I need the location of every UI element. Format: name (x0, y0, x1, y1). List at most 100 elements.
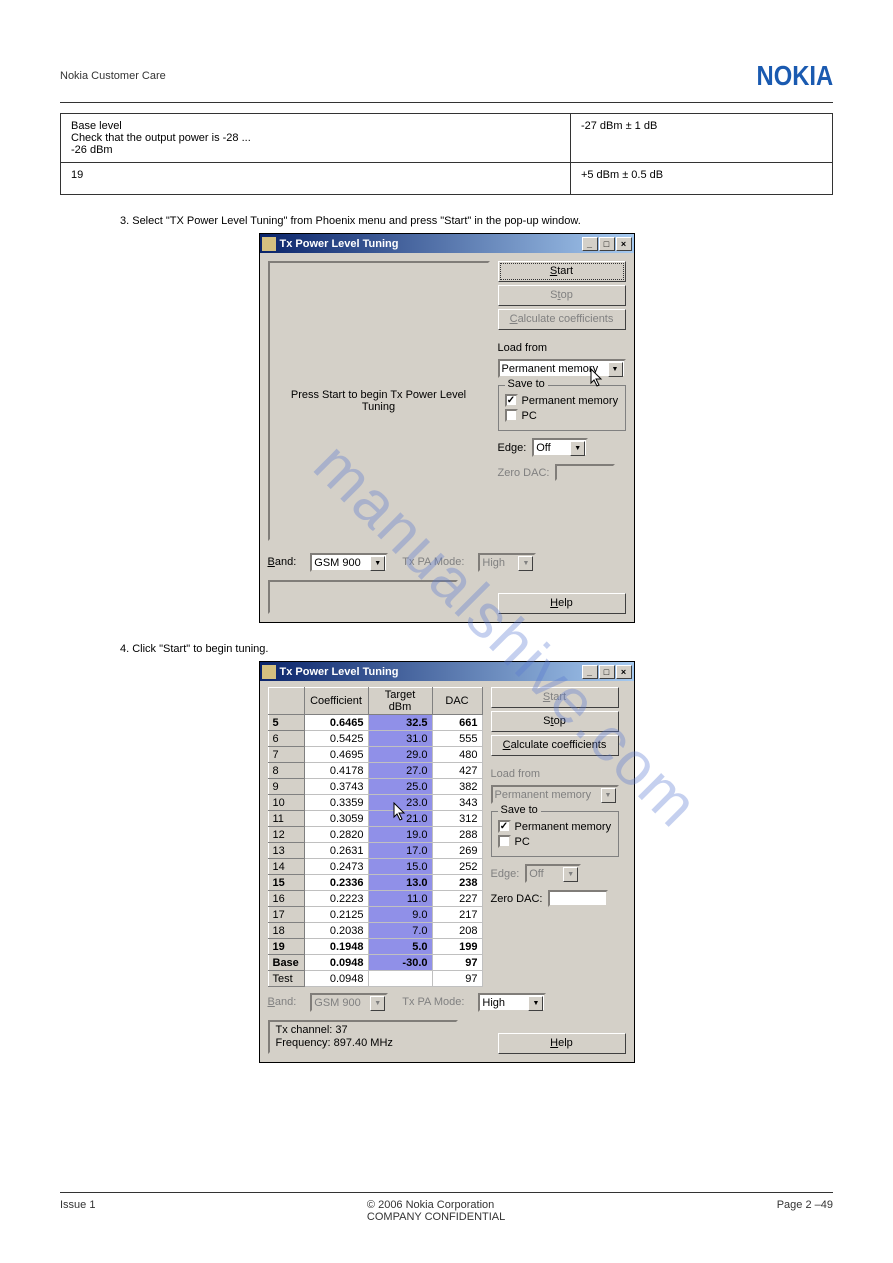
table-row[interactable]: 130.263117.0269 (268, 843, 482, 859)
cell-coef[interactable]: 0.3743 (304, 779, 368, 795)
table-row[interactable]: 120.282019.0288 (268, 827, 482, 843)
row-key: Test (268, 971, 304, 987)
start-button[interactable]: Start (498, 261, 626, 282)
cell-dac[interactable]: 227 (432, 891, 482, 907)
cell-coef[interactable]: 0.2038 (304, 923, 368, 939)
cell-target[interactable]: 13.0 (368, 875, 432, 891)
cell-target[interactable]: 21.0 (368, 811, 432, 827)
zerodac-field-2[interactable] (548, 890, 608, 907)
maximize-button[interactable]: □ (599, 665, 615, 679)
minimize-button[interactable]: _ (582, 665, 598, 679)
cell-dac[interactable]: 661 (432, 715, 482, 731)
cell-target[interactable]: 7.0 (368, 923, 432, 939)
cell-target[interactable]: -30.0 (368, 955, 432, 971)
cell-dac[interactable]: 343 (432, 795, 482, 811)
cell-dac[interactable]: 480 (432, 747, 482, 763)
cell-dac[interactable]: 97 (432, 971, 482, 987)
table-row[interactable]: 170.21259.0217 (268, 907, 482, 923)
cell-dac[interactable]: 312 (432, 811, 482, 827)
cell-coef[interactable]: 0.3359 (304, 795, 368, 811)
cell-target[interactable]: 25.0 (368, 779, 432, 795)
perm-checkbox-2[interactable]: ✓ (498, 820, 511, 833)
cell-target[interactable]: 9.0 (368, 907, 432, 923)
tuning-table[interactable]: Coefficient Target dBm DAC 50.646532.566… (268, 687, 483, 987)
edge-select[interactable]: Off ▼ (532, 438, 588, 457)
table-row[interactable]: Test0.0948 97 (268, 971, 482, 987)
table-row[interactable]: 180.20387.0208 (268, 923, 482, 939)
cell-dac[interactable]: 217 (432, 907, 482, 923)
cell-coef[interactable]: 0.2473 (304, 859, 368, 875)
calc-button-2[interactable]: Calculate coefficients (491, 735, 619, 756)
cell-dac[interactable]: 208 (432, 923, 482, 939)
help-button[interactable]: Help (498, 593, 626, 614)
close-button[interactable]: × (616, 237, 632, 251)
pc-checkbox-2[interactable] (498, 835, 511, 848)
cell-target[interactable]: 11.0 (368, 891, 432, 907)
table-row[interactable]: 110.305921.0312 (268, 811, 482, 827)
cell-coef[interactable]: 0.5425 (304, 731, 368, 747)
cell-dac[interactable]: 269 (432, 843, 482, 859)
cell-coef[interactable]: 0.2125 (304, 907, 368, 923)
titlebar[interactable]: Tx Power Level Tuning _ □ × (260, 234, 634, 253)
perm-checkbox[interactable]: ✓ (505, 394, 518, 407)
minimize-button[interactable]: _ (582, 237, 598, 251)
table-row[interactable]: 60.542531.0555 (268, 731, 482, 747)
loadfrom-select-2: Permanent memory ▼ (491, 785, 619, 804)
cell-dac[interactable]: 238 (432, 875, 482, 891)
band-select[interactable]: GSM 900 ▼ (310, 553, 388, 572)
titlebar-2[interactable]: Tx Power Level Tuning _ □ × (260, 662, 634, 681)
row-key: 9 (268, 779, 304, 795)
cell-coef[interactable]: 0.2820 (304, 827, 368, 843)
chevron-down-icon: ▼ (608, 362, 623, 377)
table-row[interactable]: 140.247315.0252 (268, 859, 482, 875)
cell-target[interactable]: 32.5 (368, 715, 432, 731)
chevron-down-icon: ▼ (370, 996, 385, 1011)
help-button-2[interactable]: Help (498, 1033, 626, 1054)
txpa-select-2[interactable]: High ▼ (478, 993, 546, 1012)
cell-coef[interactable]: 0.4178 (304, 763, 368, 779)
cell-target[interactable] (368, 971, 432, 987)
table-row[interactable]: 80.417827.0427 (268, 763, 482, 779)
cell-coef[interactable]: 0.4695 (304, 747, 368, 763)
cell-coef[interactable]: 0.2336 (304, 875, 368, 891)
cell-dac[interactable]: 288 (432, 827, 482, 843)
table-row[interactable]: 70.469529.0480 (268, 747, 482, 763)
cell-coef[interactable]: 0.6465 (304, 715, 368, 731)
cell-target[interactable]: 29.0 (368, 747, 432, 763)
cell-target[interactable]: 19.0 (368, 827, 432, 843)
table-row[interactable]: 50.646532.5661 (268, 715, 482, 731)
cell-dac[interactable]: 199 (432, 939, 482, 955)
table-row[interactable]: 100.335923.0343 (268, 795, 482, 811)
cell-coef[interactable]: 0.3059 (304, 811, 368, 827)
cell-coef[interactable]: 0.0948 (304, 971, 368, 987)
cell-dac[interactable]: 252 (432, 859, 482, 875)
table-row[interactable]: 150.233613.0238 (268, 875, 482, 891)
cell-target[interactable]: 5.0 (368, 939, 432, 955)
stop-button-2[interactable]: Stop (491, 711, 619, 732)
calc-button[interactable]: Calculate coefficients (498, 309, 626, 330)
cell-dac[interactable]: 97 (432, 955, 482, 971)
cell-dac[interactable]: 427 (432, 763, 482, 779)
close-button[interactable]: × (616, 665, 632, 679)
stop-button[interactable]: Stop (498, 285, 626, 306)
cell-target[interactable]: 27.0 (368, 763, 432, 779)
cell-coef[interactable]: 0.2631 (304, 843, 368, 859)
loadfrom-select[interactable]: Permanent memory ▼ (498, 359, 626, 378)
band-value-2: GSM 900 (314, 997, 360, 1009)
maximize-button[interactable]: □ (599, 237, 615, 251)
band-label-2: Band: (268, 996, 297, 1008)
cell-target[interactable]: 23.0 (368, 795, 432, 811)
cell-target[interactable]: 17.0 (368, 843, 432, 859)
table-row[interactable]: 90.374325.0382 (268, 779, 482, 795)
table-row[interactable]: 190.19485.0199 (268, 939, 482, 955)
cell-coef[interactable]: 0.0948 (304, 955, 368, 971)
cell-dac[interactable]: 382 (432, 779, 482, 795)
cell-dac[interactable]: 555 (432, 731, 482, 747)
table-row[interactable]: Base0.0948-30.097 (268, 955, 482, 971)
cell-target[interactable]: 31.0 (368, 731, 432, 747)
cell-coef[interactable]: 0.1948 (304, 939, 368, 955)
cell-coef[interactable]: 0.2223 (304, 891, 368, 907)
pc-checkbox[interactable] (505, 409, 518, 422)
table-row[interactable]: 160.222311.0227 (268, 891, 482, 907)
cell-target[interactable]: 15.0 (368, 859, 432, 875)
